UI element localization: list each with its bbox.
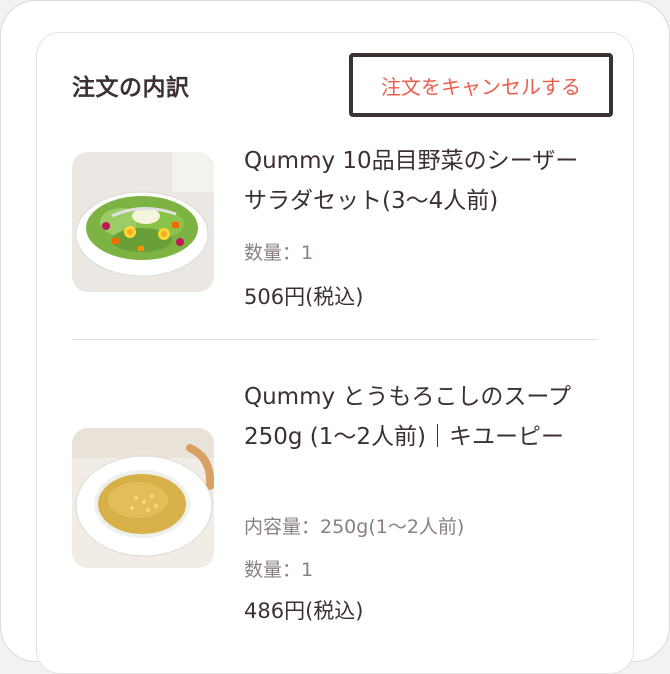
- item-volume: 内容量：250g(1〜2人前): [244, 516, 465, 538]
- order-breakdown-title: 注文の内訳: [72, 75, 190, 101]
- item-name[interactable]: Qummy とうもろこしのスープ 250g (1〜2人前)｜キユーピー: [244, 377, 594, 457]
- cancel-order-button[interactable]: 注文をキャンセルする: [349, 53, 613, 117]
- item-price: 506円(税込): [244, 285, 364, 309]
- soup-image[interactable]: [72, 428, 214, 568]
- item-price: 486円(税込): [244, 599, 364, 623]
- salad-image[interactable]: [72, 152, 214, 292]
- order-breakdown-card: [36, 32, 634, 674]
- item-quantity: 数量：1: [244, 559, 314, 581]
- item-quantity: 数量：1: [244, 242, 314, 264]
- item-divider: [72, 339, 598, 340]
- item-name[interactable]: Qummy 10品目野菜のシーザーサラダセット(3〜4人前): [244, 141, 594, 221]
